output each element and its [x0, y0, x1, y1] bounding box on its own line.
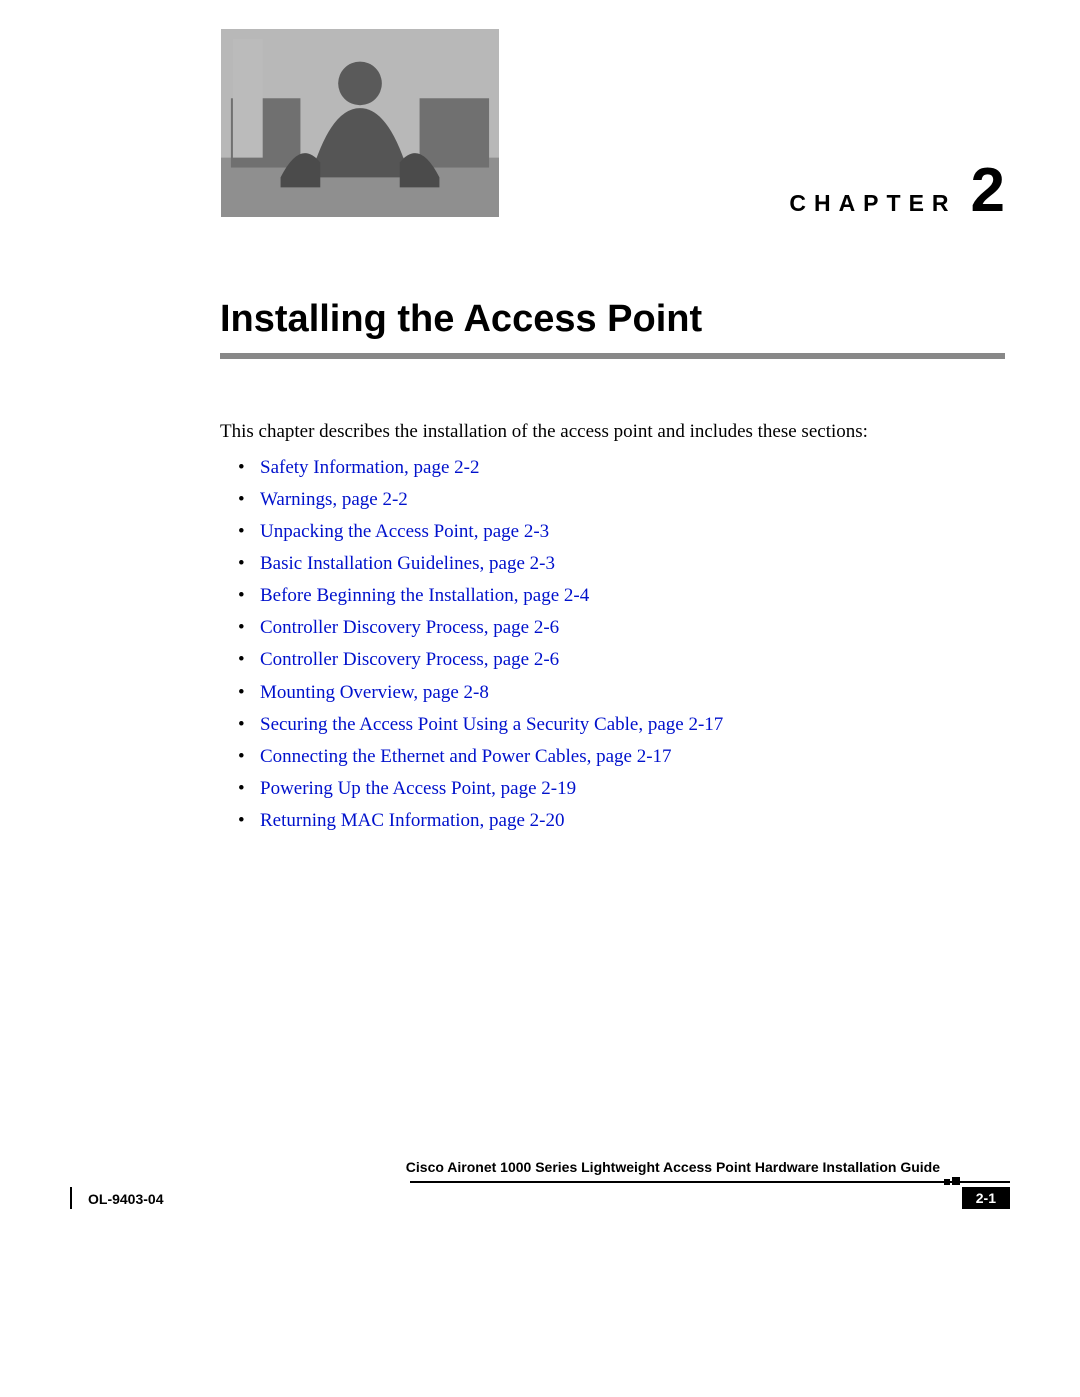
section-link[interactable]: Controller Discovery Process, page 2-6: [260, 617, 559, 638]
footer-rule: [410, 1181, 1010, 1183]
footer-book-title: Cisco Aironet 1000 Series Lightweight Ac…: [406, 1159, 940, 1175]
list-item: Returning MAC Information, page 2-20: [242, 808, 1005, 834]
list-item: Connecting the Ethernet and Power Cables…: [242, 744, 1005, 770]
list-item: Safety Information, page 2-2: [242, 455, 1005, 481]
list-item: Unpacking the Access Point, page 2-3: [242, 519, 1005, 545]
section-link[interactable]: Returning MAC Information, page 2-20: [260, 810, 564, 831]
section-link[interactable]: Warnings, page 2-2: [260, 489, 408, 510]
list-item: Powering Up the Access Point, page 2-19: [242, 776, 1005, 802]
section-link[interactable]: Connecting the Ethernet and Power Cables…: [260, 746, 672, 767]
section-link[interactable]: Controller Discovery Process, page 2-6: [260, 649, 559, 670]
section-link[interactable]: Powering Up the Access Point, page 2-19: [260, 778, 576, 799]
chapter-number: 2: [971, 160, 1005, 222]
section-link[interactable]: Safety Information, page 2-2: [260, 457, 479, 478]
intro-paragraph: This chapter describes the installation …: [220, 419, 1005, 445]
list-item: Controller Discovery Process, page 2-6: [242, 615, 1005, 641]
chapter-label: CHAPTER: [789, 190, 956, 217]
list-item: Basic Installation Guidelines, page 2-3: [242, 551, 1005, 577]
list-item: Securing the Access Point Using a Securi…: [242, 712, 1005, 738]
list-item: Before Beginning the Installation, page …: [242, 583, 1005, 609]
title-rule: [220, 353, 1005, 359]
section-link[interactable]: Unpacking the Access Point, page 2-3: [260, 521, 549, 542]
section-link[interactable]: Before Beginning the Installation, page …: [260, 585, 589, 606]
footer-left-mark: [70, 1187, 72, 1209]
footer-doc-code: OL-9403-04: [88, 1191, 163, 1207]
section-link-list: Safety Information, page 2-2 Warnings, p…: [220, 455, 1005, 834]
list-item: Mounting Overview, page 2-8: [242, 680, 1005, 706]
section-link[interactable]: Securing the Access Point Using a Securi…: [260, 714, 723, 735]
chapter-photo: [220, 28, 500, 218]
list-item: Controller Discovery Process, page 2-6: [242, 647, 1005, 673]
section-link[interactable]: Mounting Overview, page 2-8: [260, 682, 489, 703]
chapter-title: Installing the Access Point: [220, 298, 1010, 341]
list-item: Warnings, page 2-2: [242, 487, 1005, 513]
page-number-badge: 2-1: [962, 1187, 1010, 1209]
section-link[interactable]: Basic Installation Guidelines, page 2-3: [260, 553, 555, 574]
